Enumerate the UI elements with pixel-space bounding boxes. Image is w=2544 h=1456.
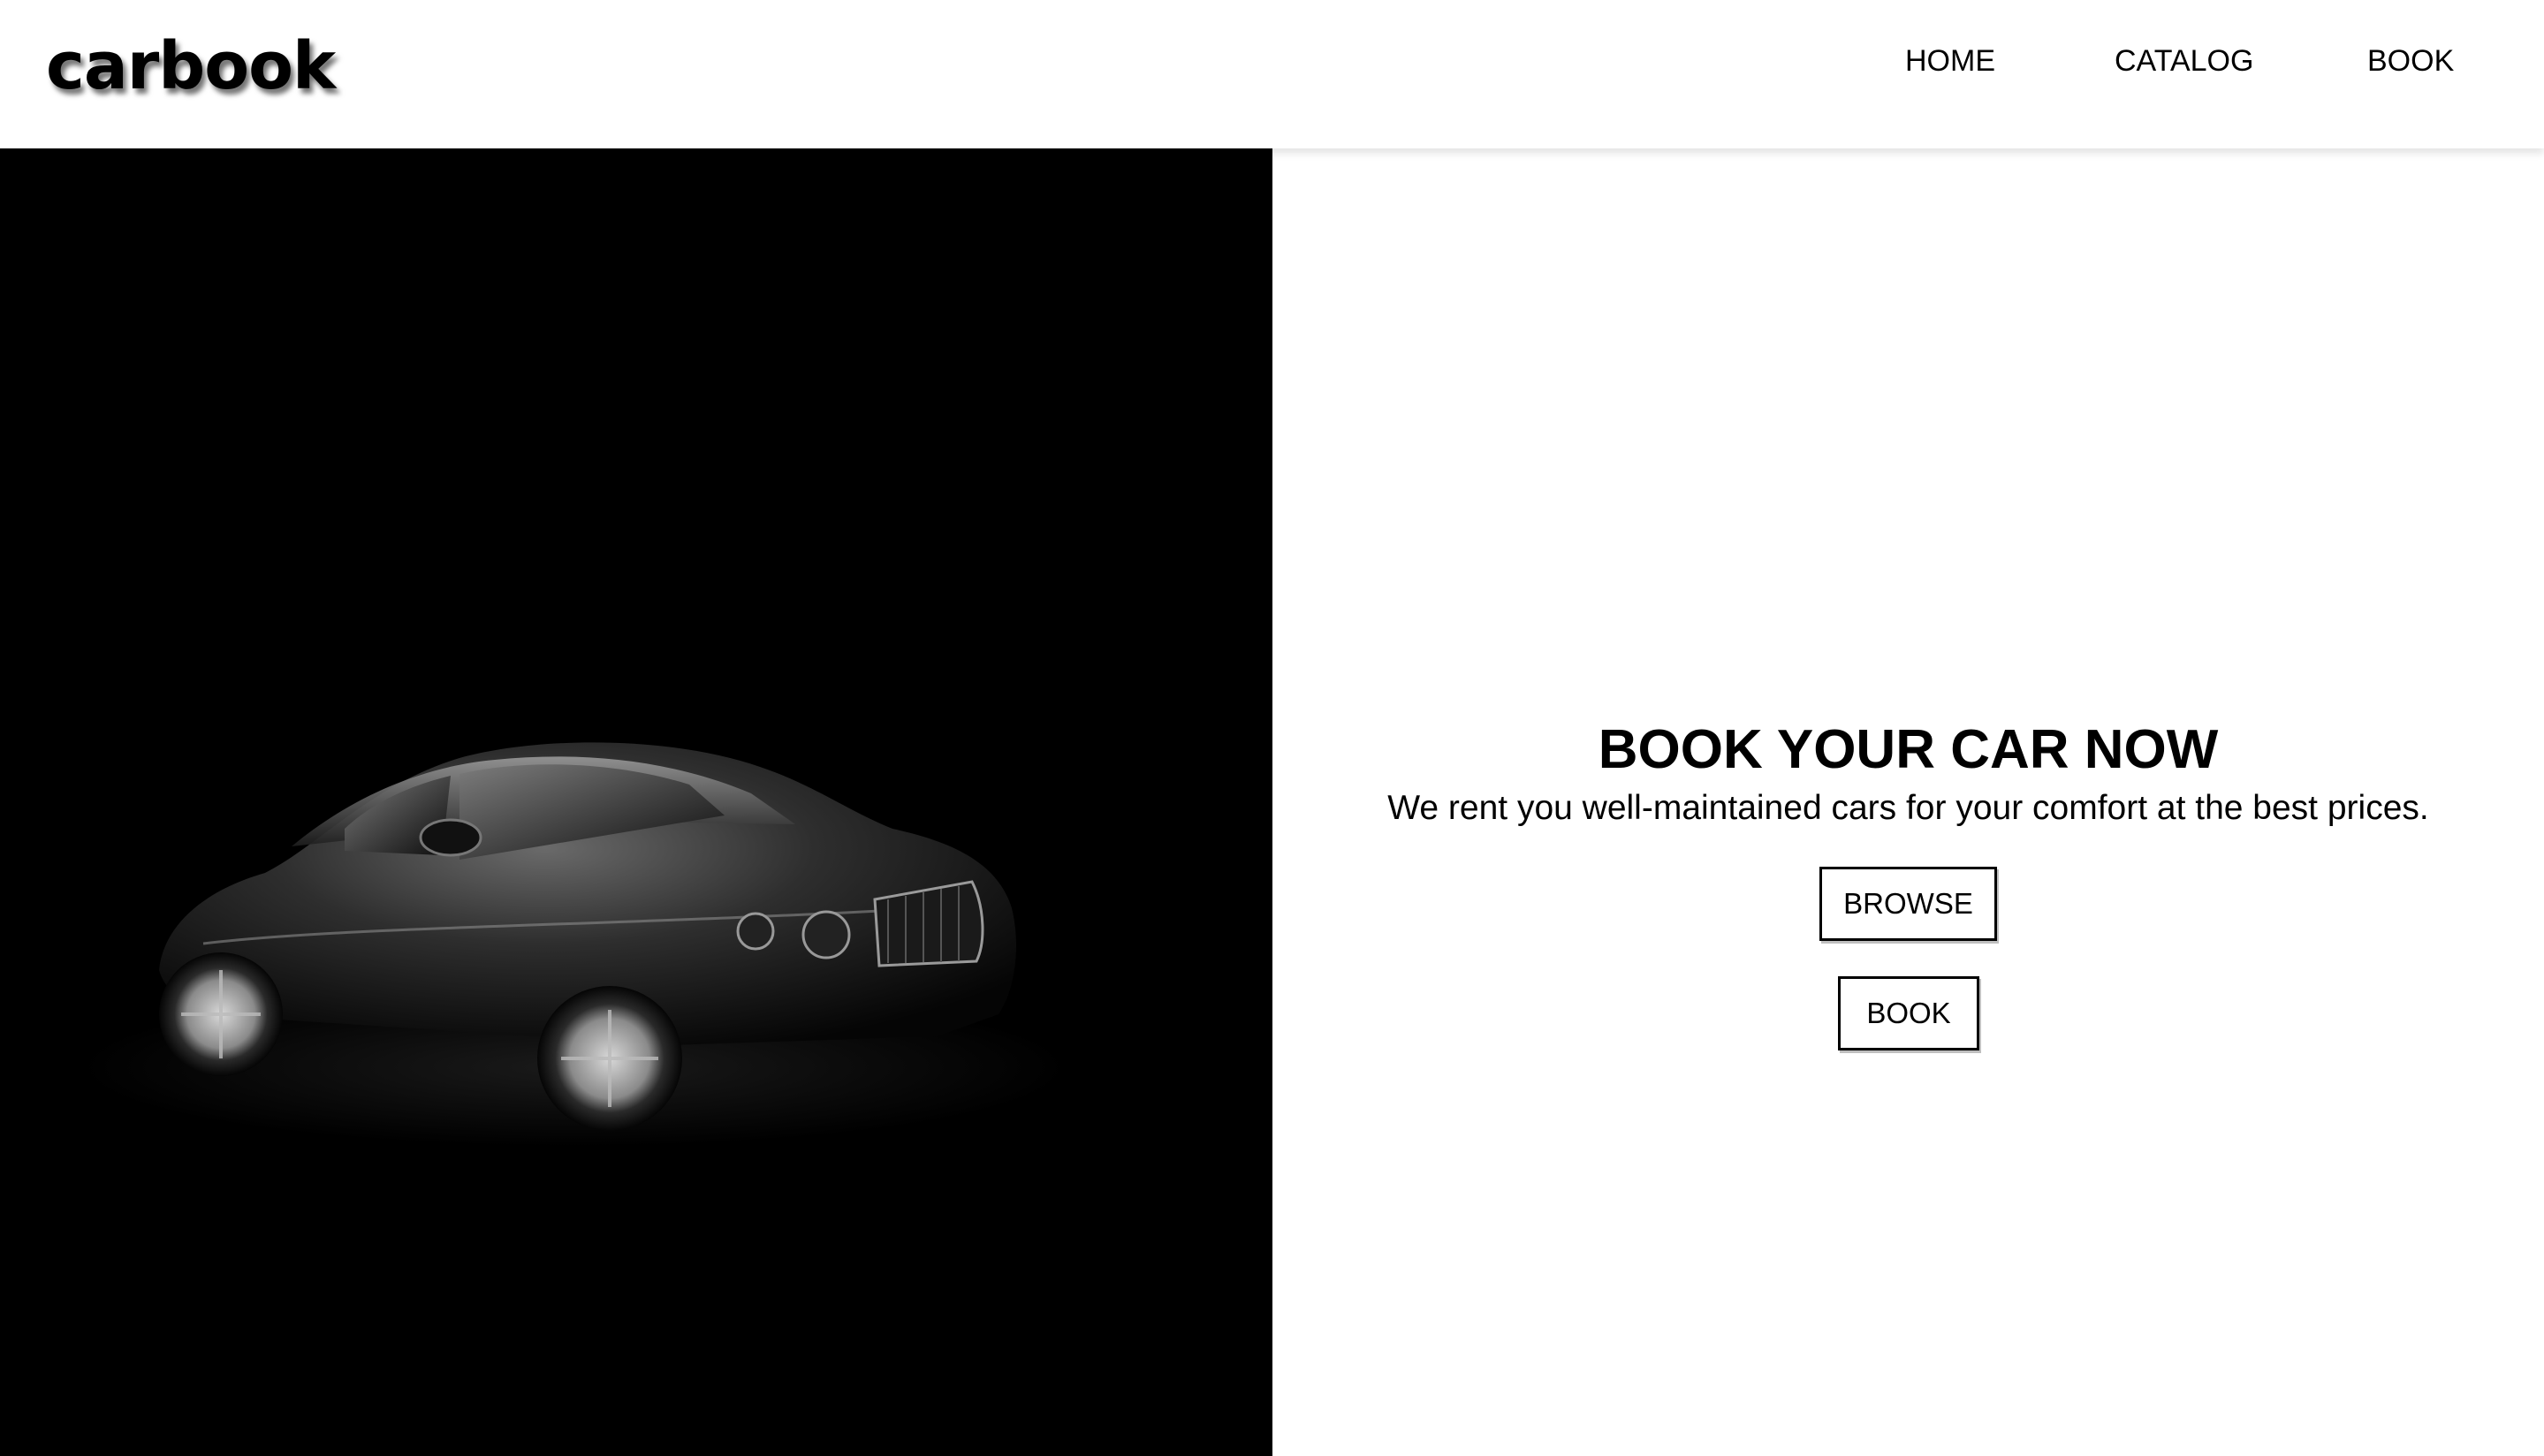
book-button[interactable]: BOOK — [1838, 976, 1979, 1050]
browse-button[interactable]: BROWSE — [1819, 867, 1997, 941]
car-image — [80, 742, 1069, 1147]
hero-subtitle: We rent you well-maintained cars for you… — [1387, 789, 2429, 827]
hero-image-panel — [0, 148, 1272, 1456]
nav-link-home[interactable]: HOME — [1905, 42, 1995, 80]
hero-title: BOOK YOUR CAR NOW — [1598, 719, 2219, 780]
nav-link-book[interactable]: BOOK — [2367, 42, 2454, 80]
top-navigation-bar: carbook HOME CATALOG BOOK — [0, 0, 2544, 148]
site-logo[interactable]: carbook — [46, 34, 336, 99]
nav-link-catalog[interactable]: CATALOG — [2115, 42, 2253, 80]
hero-content-panel: BOOK YOUR CAR NOW We rent you well-maint… — [1272, 148, 2544, 1456]
